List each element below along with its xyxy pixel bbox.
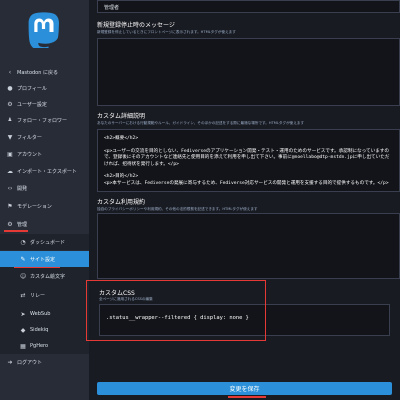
extended-description-textarea[interactable]: <h2>概要</h2> <p>ユーザーの交流を目的としない、Fediverseの…: [97, 129, 400, 192]
cloud-icon: ☁: [7, 167, 13, 175]
sidebar-item-import-export[interactable]: ☁ インポート・エクスポート: [0, 163, 89, 179]
custom-css-highlight-annotation: [86, 280, 266, 341]
closed-message-hint: 新規登録を停止しているときにフロントページに表示されます。HTMLタグが使えます: [97, 30, 236, 34]
database-icon: ▦: [20, 342, 26, 350]
paper-plane-icon: ➤: [20, 310, 26, 318]
custom-terms-label: カスタム利用規約: [97, 199, 146, 206]
admin-underline-annotation: [4, 230, 28, 232]
save-changes-button[interactable]: 変更を保存: [97, 382, 392, 395]
extended-description-hint: あなたのサーバーにおける行動規範やルール、ガイドライン、そのほかの記述をする際に…: [97, 121, 305, 125]
sidebar-item-dashboard[interactable]: ◔ ダッシュボード: [0, 234, 89, 250]
sidebar-item-logout[interactable]: ➜ ログアウト: [0, 354, 89, 370]
sidebar-item-moderation[interactable]: ⚑ モデレーション: [0, 198, 89, 214]
tachometer-icon: ◔: [20, 238, 26, 246]
mastodon-logo-icon[interactable]: [26, 10, 60, 48]
lock-icon: ▣: [7, 150, 13, 158]
gear-icon: ⚙: [7, 100, 13, 108]
sidebar-item-relationships[interactable]: ♟ フォロー・フォロワー: [0, 112, 89, 128]
sidebar-item-development[interactable]: ‹› 開発: [0, 180, 89, 196]
filter-icon: ▼: [7, 133, 13, 141]
closed-message-textarea[interactable]: [97, 38, 400, 106]
extended-description-label: カスタム詳細説明: [97, 113, 146, 120]
closed-message-label: 新規登録停止時のメッセージ: [97, 22, 175, 29]
custom-terms-hint: 独自のプライバシーポリシーや利用規約、その他の法的根拠を記述できます。HTMLタ…: [97, 207, 258, 211]
back-to-mastodon-link[interactable]: ‹ Mastodon に戻る: [0, 64, 89, 80]
save-underline-annotation: [228, 396, 266, 398]
sidebar-item-websub[interactable]: ➤ WebSub: [0, 306, 89, 322]
sidebar-item-preferences[interactable]: ⚙ ユーザー設定: [0, 96, 89, 112]
code-icon: ‹›: [7, 184, 13, 192]
sidebar-item-account[interactable]: ▣ アカウント: [0, 146, 89, 162]
custom-terms-textarea[interactable]: [97, 213, 400, 279]
users-icon: ♟: [7, 117, 13, 123]
sidebar-item-sidekiq[interactable]: ◆ Sidekiq: [0, 322, 89, 338]
exchange-icon: ⇄: [20, 291, 26, 299]
chevron-left-icon: ‹: [8, 68, 12, 76]
sidebar-item-pghero[interactable]: ▦ PgHero: [0, 338, 89, 354]
sidebar-item-profile[interactable]: ● プロフィール: [0, 80, 89, 96]
sign-out-icon: ➜: [7, 358, 13, 366]
smile-icon: ☺: [20, 272, 27, 280]
sidebar-item-site-settings[interactable]: ✎ サイト設定: [0, 251, 89, 267]
pencil-icon: ✎: [20, 255, 26, 263]
cogs-icon: ⚙: [7, 220, 13, 228]
contact-role-select[interactable]: 管理者: [97, 0, 400, 13]
flag-icon: ⚑: [7, 202, 13, 210]
sidebar-item-relays[interactable]: ⇄ リレー: [0, 287, 89, 303]
person-icon: ●: [7, 84, 13, 92]
sidebar-item-filters[interactable]: ▼ フィルター: [0, 129, 89, 145]
diamond-icon: ◆: [20, 326, 26, 334]
sidebar-item-custom-emojis[interactable]: ☺ カスタム絵文字: [0, 268, 89, 284]
sidebar: ‹ Mastodon に戻る ● プロフィール ⚙ ユーザー設定 ♟ フォロー・…: [0, 0, 89, 400]
